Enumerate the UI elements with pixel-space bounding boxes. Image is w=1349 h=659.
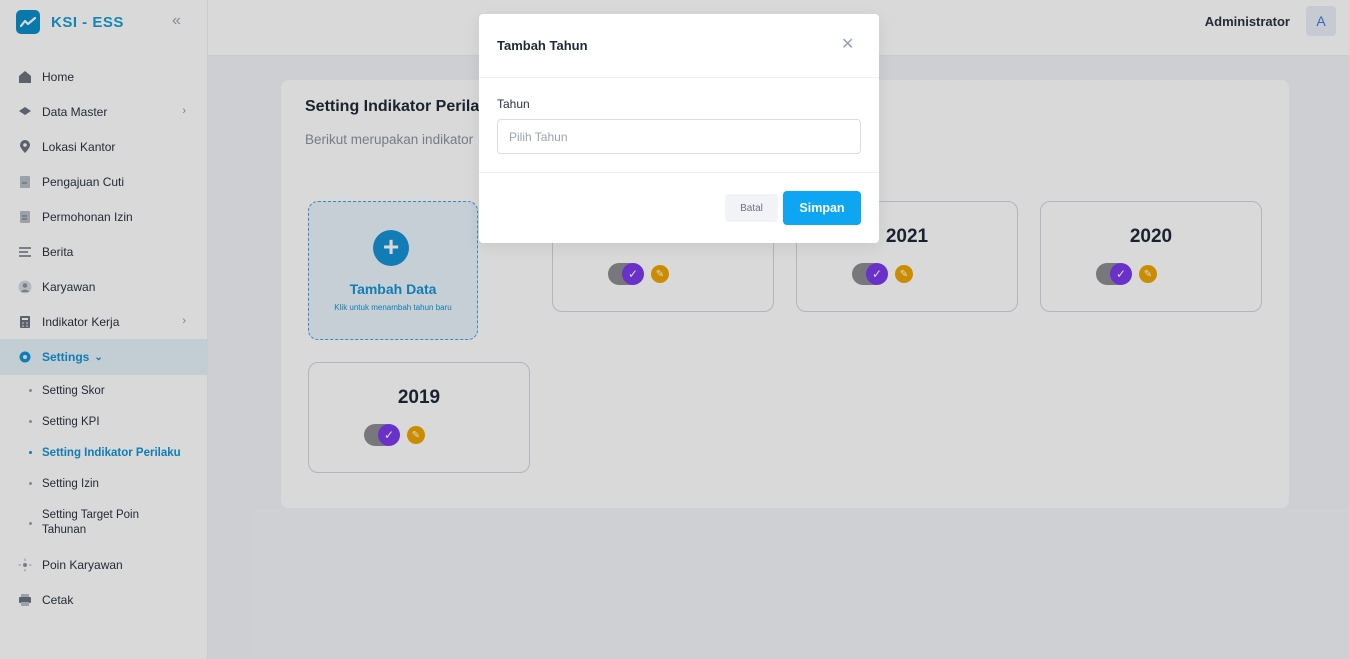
modal-divider [479,172,879,173]
save-button[interactable]: Simpan [783,191,861,225]
year-field-label: Tahun [497,97,530,111]
year-select-input[interactable] [497,119,861,154]
modal-header: Tambah Tahun ✕ [479,14,879,78]
close-icon[interactable]: ✕ [841,37,855,53]
add-year-modal: Tambah Tahun ✕ Tahun Batal Simpan [479,14,879,243]
modal-title: Tambah Tahun [497,38,588,53]
cancel-button[interactable]: Batal [725,194,778,222]
